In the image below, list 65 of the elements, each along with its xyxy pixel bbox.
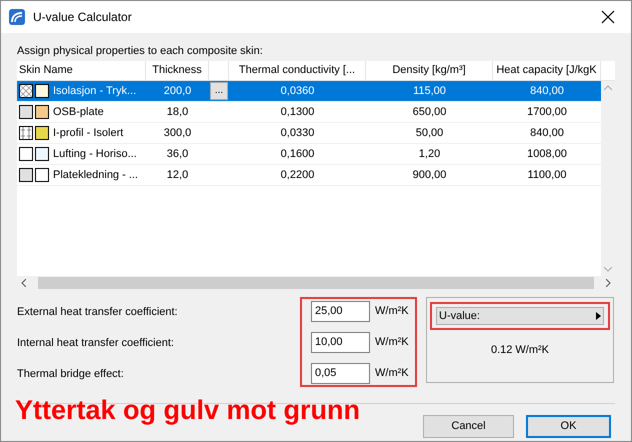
scrollbar-thumb[interactable] [38, 277, 594, 289]
instruction-text: Assign physical properties to each composite skin: [17, 44, 264, 59]
table-row[interactable]: Isolasjon - Tryk... 200,0 ... 0,0360 115,00 840,00 [17, 81, 601, 102]
u-value-result: 0.12 W/m²K [490, 343, 550, 358]
column-header[interactable]: Skin Name [19, 62, 73, 79]
column-header[interactable]: Thickness [152, 62, 202, 79]
unit-label: W/m²K [375, 366, 409, 381]
profile-swatch-icon [19, 126, 33, 140]
table-cell-text: Isolasjon - Tryk... [53, 84, 136, 99]
table-cell-text: 1100,00 [528, 168, 566, 183]
table-cell-text: 300,0 [164, 126, 192, 141]
table-cell-text: 50,00 [416, 126, 444, 141]
close-icon[interactable] [601, 10, 615, 24]
dotted-swatch-icon [19, 168, 33, 182]
scroll-up-icon[interactable] [604, 85, 612, 90]
table-cell-text: 18,0 [166, 104, 188, 120]
table-cell-text: 36,0 [166, 146, 188, 162]
column-header[interactable]: Thermal conductivity [... [238, 62, 356, 79]
table-cell-text: 1,20 [418, 146, 440, 162]
annotation-text: Yttertak og gulv mot grunn [15, 394, 360, 426]
triangle-right-icon [596, 312, 601, 320]
blank-swatch-icon [19, 147, 33, 161]
cancel-button[interactable]: Cancel [423, 415, 514, 438]
field-label: Internal heat transfer coefficient: [17, 336, 175, 351]
table-cell-text: 12,0 [166, 168, 188, 183]
table-row[interactable]: Platekledning - ... 12,0 0,2200 900,00 1100,00 [17, 165, 601, 186]
table-row[interactable]: I-profil - Isolert 300,0 0,0330 50,00 840,00 [17, 123, 601, 144]
u-value-dropdown[interactable]: U-value: [436, 307, 604, 325]
scroll-right-icon[interactable] [606, 279, 611, 287]
table-cell-text: 1700,00 [527, 104, 567, 120]
table-cell-text: Platekledning - ... [53, 168, 138, 183]
table-cell-text: 200,0 [164, 84, 192, 99]
table-cell-text: 0,2200 [280, 168, 314, 183]
table-cell-text: 840,00 [530, 126, 564, 141]
unit-label: W/m²K [375, 304, 409, 319]
scroll-left-icon[interactable] [21, 279, 26, 287]
table-row[interactable]: OSB-plate 18,0 0,1300 650,00 1700,00 [17, 102, 601, 123]
window-title: U-value Calculator [33, 9, 132, 26]
app-logo-icon [9, 9, 25, 25]
ok-button[interactable]: OK [526, 415, 611, 438]
input-field[interactable]: 10,00 [311, 332, 370, 352]
table-cell-text: 0,0330 [280, 126, 314, 141]
table-row[interactable]: Lufting - Horiso... 36,0 0,1600 1,20 1008,00 [17, 144, 601, 165]
table-cell-text: 900,00 [412, 168, 446, 183]
table-cell-text: Lufting - Horiso... [53, 146, 137, 162]
dotted-swatch-icon [19, 105, 33, 119]
table-cell-text: 0,1600 [280, 146, 314, 162]
table-cell-text: I-profil - Isolert [53, 126, 124, 141]
scroll-down-icon[interactable] [604, 267, 612, 272]
column-header[interactable]: Density [kg/m³] [392, 62, 466, 79]
field-label: Thermal bridge effect: [17, 367, 125, 382]
browse-button[interactable]: ... [210, 82, 228, 100]
field-label: External heat transfer coefficient: [17, 305, 179, 320]
table-cell-text: 1008,00 [527, 146, 567, 162]
table-cell-text: 115,00 [413, 84, 446, 99]
table-cell-text: 0,1300 [280, 104, 314, 120]
table-cell-text: 840,00 [530, 84, 564, 99]
column-header[interactable]: Heat capacity [J/kgK [496, 62, 597, 79]
table-cell-text: 0,0360 [280, 84, 314, 99]
input-field[interactable]: 25,00 [311, 300, 370, 322]
unit-label: W/m²K [375, 334, 409, 350]
table-cell-text: 650,00 [412, 104, 446, 120]
hatch-swatch-icon [19, 84, 33, 98]
input-field[interactable]: 0,05 [311, 362, 370, 384]
table-cell-text: OSB-plate [53, 104, 104, 120]
